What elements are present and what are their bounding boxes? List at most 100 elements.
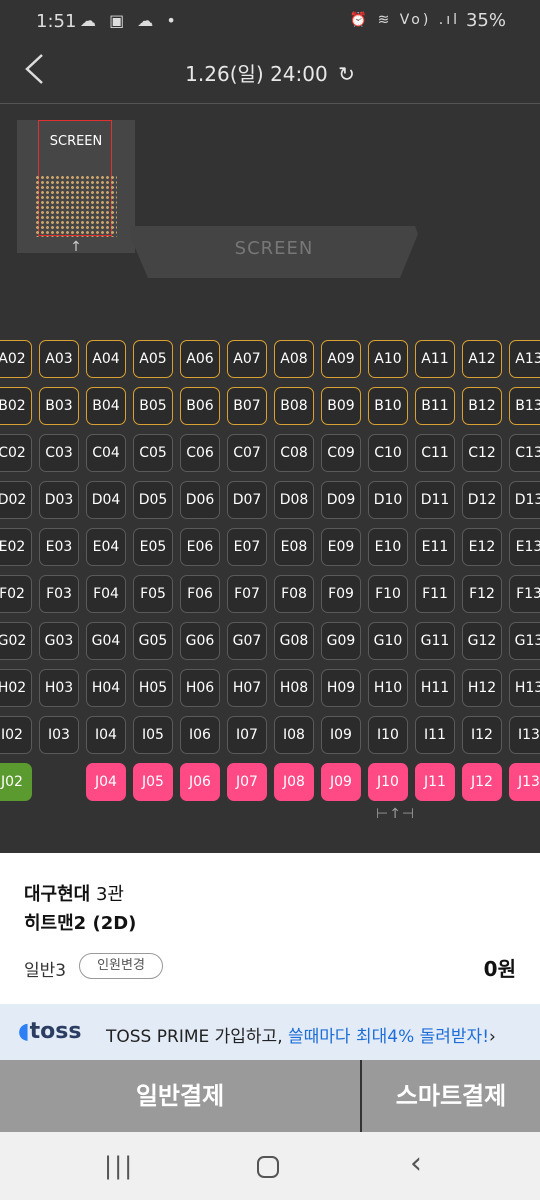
seat-d05[interactable]: D05 (133, 481, 173, 519)
seat-g05[interactable]: G05 (133, 622, 173, 660)
seat-e10[interactable]: E10 (368, 528, 408, 566)
seat-g06[interactable]: G06 (180, 622, 220, 660)
seat-c13[interactable]: C13 (509, 434, 540, 472)
seat-d02[interactable]: D02 (0, 481, 32, 519)
seat-c04[interactable]: C04 (86, 434, 126, 472)
seat-g09[interactable]: G09 (321, 622, 361, 660)
seat-c08[interactable]: C08 (274, 434, 314, 472)
seat-f02[interactable]: F02 (0, 575, 32, 613)
seat-b09[interactable]: B09 (321, 387, 361, 425)
seat-j09[interactable]: J09 (321, 763, 361, 801)
seat-c06[interactable]: C06 (180, 434, 220, 472)
seat-b05[interactable]: B05 (133, 387, 173, 425)
seat-a03[interactable]: A03 (39, 340, 79, 378)
seat-h12[interactable]: H12 (462, 669, 502, 707)
seat-d04[interactable]: D04 (86, 481, 126, 519)
seat-g04[interactable]: G04 (86, 622, 126, 660)
seat-h03[interactable]: H03 (39, 669, 79, 707)
seat-a08[interactable]: A08 (274, 340, 314, 378)
seat-j04[interactable]: J04 (86, 763, 126, 801)
seat-d12[interactable]: D12 (462, 481, 502, 519)
seat-f04[interactable]: F04 (86, 575, 126, 613)
seat-c03[interactable]: C03 (39, 434, 79, 472)
seat-a10[interactable]: A10 (368, 340, 408, 378)
seat-d11[interactable]: D11 (415, 481, 455, 519)
seat-f10[interactable]: F10 (368, 575, 408, 613)
seat-e08[interactable]: E08 (274, 528, 314, 566)
seat-i02[interactable]: I02 (0, 716, 32, 754)
seat-j08[interactable]: J08 (274, 763, 314, 801)
seat-h05[interactable]: H05 (133, 669, 173, 707)
seat-g03[interactable]: G03 (39, 622, 79, 660)
seat-d06[interactable]: D06 (180, 481, 220, 519)
toss-promo-banner[interactable]: ◖toss TOSS PRIME 가입하고, 쓸때마다 최대4% 돌려받자!› (0, 1004, 540, 1060)
seat-j02[interactable]: J02 (0, 763, 32, 801)
seat-j07[interactable]: J07 (227, 763, 267, 801)
seat-b08[interactable]: B08 (274, 387, 314, 425)
seat-a02[interactable]: A02 (0, 340, 32, 378)
seat-minimap[interactable]: SCREEN ↑ (17, 120, 135, 255)
seat-h09[interactable]: H09 (321, 669, 361, 707)
seat-g10[interactable]: G10 (368, 622, 408, 660)
seat-g08[interactable]: G08 (274, 622, 314, 660)
seat-c12[interactable]: C12 (462, 434, 502, 472)
system-back-icon[interactable]: ‹ (410, 1146, 422, 1181)
seat-i13[interactable]: I13 (509, 716, 540, 754)
seat-e04[interactable]: E04 (86, 528, 126, 566)
seat-d03[interactable]: D03 (39, 481, 79, 519)
seat-a06[interactable]: A06 (180, 340, 220, 378)
seat-f03[interactable]: F03 (39, 575, 79, 613)
seat-j12[interactable]: J12 (462, 763, 502, 801)
seat-j10[interactable]: J10 (368, 763, 408, 801)
seat-b07[interactable]: B07 (227, 387, 267, 425)
seat-d07[interactable]: D07 (227, 481, 267, 519)
seat-d13[interactable]: D13 (509, 481, 540, 519)
seat-i03[interactable]: I03 (39, 716, 79, 754)
seat-f09[interactable]: F09 (321, 575, 361, 613)
seat-d08[interactable]: D08 (274, 481, 314, 519)
seat-b10[interactable]: B10 (368, 387, 408, 425)
seat-b11[interactable]: B11 (415, 387, 455, 425)
seat-b06[interactable]: B06 (180, 387, 220, 425)
normal-payment-button[interactable]: 일반결제 (0, 1060, 360, 1132)
seat-i10[interactable]: I10 (368, 716, 408, 754)
change-people-button[interactable]: 인원변경 (79, 953, 163, 979)
seat-h13[interactable]: H13 (509, 669, 540, 707)
seat-d10[interactable]: D10 (368, 481, 408, 519)
seat-g12[interactable]: G12 (462, 622, 502, 660)
seat-e05[interactable]: E05 (133, 528, 173, 566)
seat-a05[interactable]: A05 (133, 340, 173, 378)
seat-e06[interactable]: E06 (180, 528, 220, 566)
seat-g13[interactable]: G13 (509, 622, 540, 660)
seat-i09[interactable]: I09 (321, 716, 361, 754)
seat-i12[interactable]: I12 (462, 716, 502, 754)
seat-g02[interactable]: G02 (0, 622, 32, 660)
seat-j11[interactable]: J11 (415, 763, 455, 801)
seat-f11[interactable]: F11 (415, 575, 455, 613)
seat-c10[interactable]: C10 (368, 434, 408, 472)
seat-f13[interactable]: F13 (509, 575, 540, 613)
seat-b13[interactable]: B13 (509, 387, 540, 425)
seat-e12[interactable]: E12 (462, 528, 502, 566)
seat-f07[interactable]: F07 (227, 575, 267, 613)
seat-g11[interactable]: G11 (415, 622, 455, 660)
seat-j13[interactable]: J13 (509, 763, 540, 801)
seat-a13[interactable]: A13 (509, 340, 540, 378)
seat-i06[interactable]: I06 (180, 716, 220, 754)
home-icon[interactable] (257, 1156, 279, 1178)
seat-e07[interactable]: E07 (227, 528, 267, 566)
seat-e13[interactable]: E13 (509, 528, 540, 566)
seat-a12[interactable]: A12 (462, 340, 502, 378)
seat-g07[interactable]: G07 (227, 622, 267, 660)
seat-c07[interactable]: C07 (227, 434, 267, 472)
seat-h11[interactable]: H11 (415, 669, 455, 707)
seat-c09[interactable]: C09 (321, 434, 361, 472)
seat-j05[interactable]: J05 (133, 763, 173, 801)
seat-a11[interactable]: A11 (415, 340, 455, 378)
seat-h02[interactable]: H02 (0, 669, 32, 707)
seat-i08[interactable]: I08 (274, 716, 314, 754)
refresh-icon[interactable]: ↻ (338, 62, 355, 86)
seat-e09[interactable]: E09 (321, 528, 361, 566)
seat-b12[interactable]: B12 (462, 387, 502, 425)
seat-d09[interactable]: D09 (321, 481, 361, 519)
